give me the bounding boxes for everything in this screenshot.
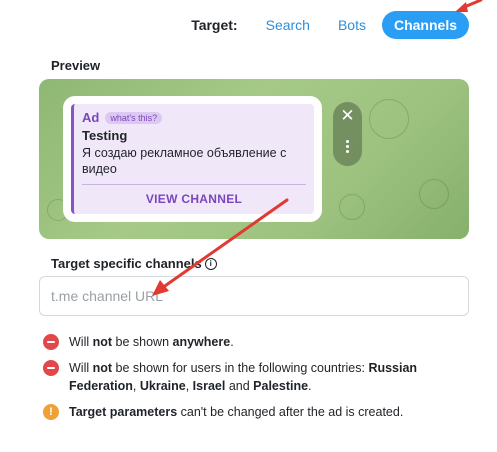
tab-search[interactable]: Search (254, 11, 322, 39)
notice-parameters: ! Target parameters can't be changed aft… (43, 403, 483, 421)
more-options-icon[interactable] (346, 140, 349, 143)
whats-this-badge[interactable]: what's this? (105, 111, 163, 124)
view-channel-button[interactable]: VIEW CHANNEL (74, 192, 314, 206)
preview-title: Preview (51, 58, 101, 73)
ad-text: Я создаю рекламное объявление с видео (82, 146, 287, 176)
minus-circle-icon (43, 334, 59, 350)
ad-divider (82, 184, 306, 185)
background-doodle (339, 194, 365, 220)
tab-bots[interactable]: Bots (326, 11, 378, 39)
warning-icon: ! (43, 404, 59, 420)
background-doodle (369, 99, 409, 139)
close-icon[interactable]: ✕ (333, 106, 362, 126)
ad-label: Ad (82, 110, 100, 125)
notice-countries: Will not be shown for users in the follo… (43, 359, 463, 395)
ad-title: Testing (82, 128, 128, 143)
target-label: Target: (191, 17, 238, 33)
ad-side-controls[interactable]: ✕ (333, 102, 362, 166)
tab-channels[interactable]: Channels (381, 11, 469, 39)
channels-title-text: Target specific channels (51, 256, 202, 271)
notice-not-shown: Will not be shown anywhere. (43, 333, 473, 351)
notice-text: Will not be shown for users in the follo… (69, 361, 418, 393)
notice-text: Target parameters can't be changed after… (69, 405, 404, 419)
ad-bubble: Ad what's this? Testing Я создаю рекламн… (71, 104, 314, 214)
target-tabs: Target: Search Bots Channels (191, 10, 469, 40)
notice-text: Will not be shown anywhere. (69, 335, 234, 349)
info-icon[interactable]: i (204, 257, 217, 270)
channel-url-input[interactable] (39, 276, 469, 316)
background-doodle (419, 179, 449, 209)
ad-message-card: Ad what's this? Testing Я создаю рекламн… (63, 96, 322, 222)
arrow-to-channels (460, 0, 483, 10)
minus-circle-icon (43, 360, 59, 376)
channels-title: Target specific channels i (51, 256, 217, 271)
ad-preview: Ad what's this? Testing Я создаю рекламн… (39, 79, 469, 239)
